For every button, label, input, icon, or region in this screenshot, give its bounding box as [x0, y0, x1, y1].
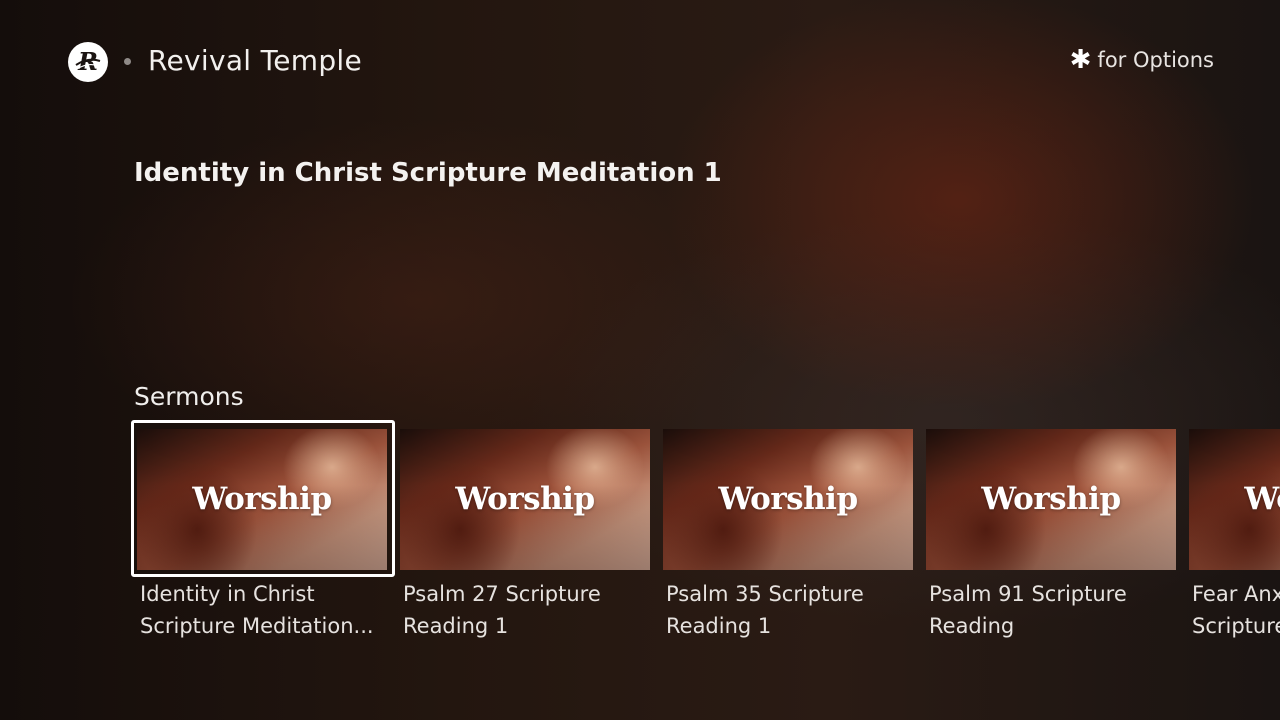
- video-caption: Psalm 91 Scripture Reading: [926, 578, 1173, 642]
- video-tile[interactable]: Worship Psalm 35 Scripture Reading 1: [663, 420, 913, 642]
- video-tile[interactable]: Worship Psalm 91 Scripture Reading: [926, 420, 1176, 642]
- caption-line: Reading 1: [403, 614, 509, 638]
- caption-line: Reading 1: [666, 614, 772, 638]
- video-tile[interactable]: Worship Fear Anx Scripture: [1189, 420, 1280, 642]
- thumbnail-text: Worship: [1244, 481, 1280, 517]
- caption-line: Psalm 27 Scripture: [403, 582, 601, 606]
- header: R Revival Temple ✱ for Options: [0, 0, 1280, 120]
- separator-dot: [124, 58, 131, 65]
- video-thumbnail[interactable]: Worship: [663, 429, 913, 570]
- caption-line: Reading: [929, 614, 1015, 638]
- thumbnail-text: Worship: [455, 481, 595, 517]
- thumbnail-text: Worship: [718, 481, 858, 517]
- caption-line: Fear Anx: [1192, 582, 1280, 606]
- caption-line: Psalm 35 Scripture: [666, 582, 864, 606]
- asterisk-icon: ✱: [1069, 45, 1092, 75]
- video-thumbnail[interactable]: Worship: [400, 429, 650, 570]
- video-thumbnail[interactable]: Worship: [1189, 429, 1280, 570]
- video-thumbnail[interactable]: Worship: [926, 429, 1176, 570]
- caption-line: Scripture Meditation...: [140, 614, 374, 638]
- video-tile[interactable]: Worship Identity in Christ Scripture Med…: [131, 420, 395, 642]
- video-caption: Psalm 27 Scripture Reading 1: [400, 578, 647, 642]
- video-caption: Psalm 35 Scripture Reading 1: [663, 578, 910, 642]
- channel-title: Revival Temple: [148, 44, 363, 77]
- video-tile[interactable]: Worship Psalm 27 Scripture Reading 1: [400, 420, 650, 642]
- video-caption: Identity in Christ Scripture Meditation.…: [137, 578, 384, 642]
- sermons-row: Worship Identity in Christ Scripture Med…: [0, 420, 1280, 660]
- video-thumbnail[interactable]: Worship: [137, 429, 387, 570]
- options-hint: ✱ for Options: [1069, 45, 1214, 75]
- caption-line: Identity in Christ: [140, 582, 315, 606]
- caption-line: Psalm 91 Scripture: [929, 582, 1127, 606]
- revival-temple-logo-icon: R: [68, 42, 108, 82]
- thumbnail-text: Worship: [981, 481, 1121, 517]
- thumbnail-text: Worship: [192, 481, 332, 517]
- caption-line: Scripture: [1192, 614, 1280, 638]
- options-label: for Options: [1097, 48, 1214, 72]
- video-caption: Fear Anx Scripture: [1189, 578, 1280, 642]
- row-label-sermons: Sermons: [134, 382, 244, 411]
- featured-video-title: Identity in Christ Scripture Meditation …: [134, 158, 722, 188]
